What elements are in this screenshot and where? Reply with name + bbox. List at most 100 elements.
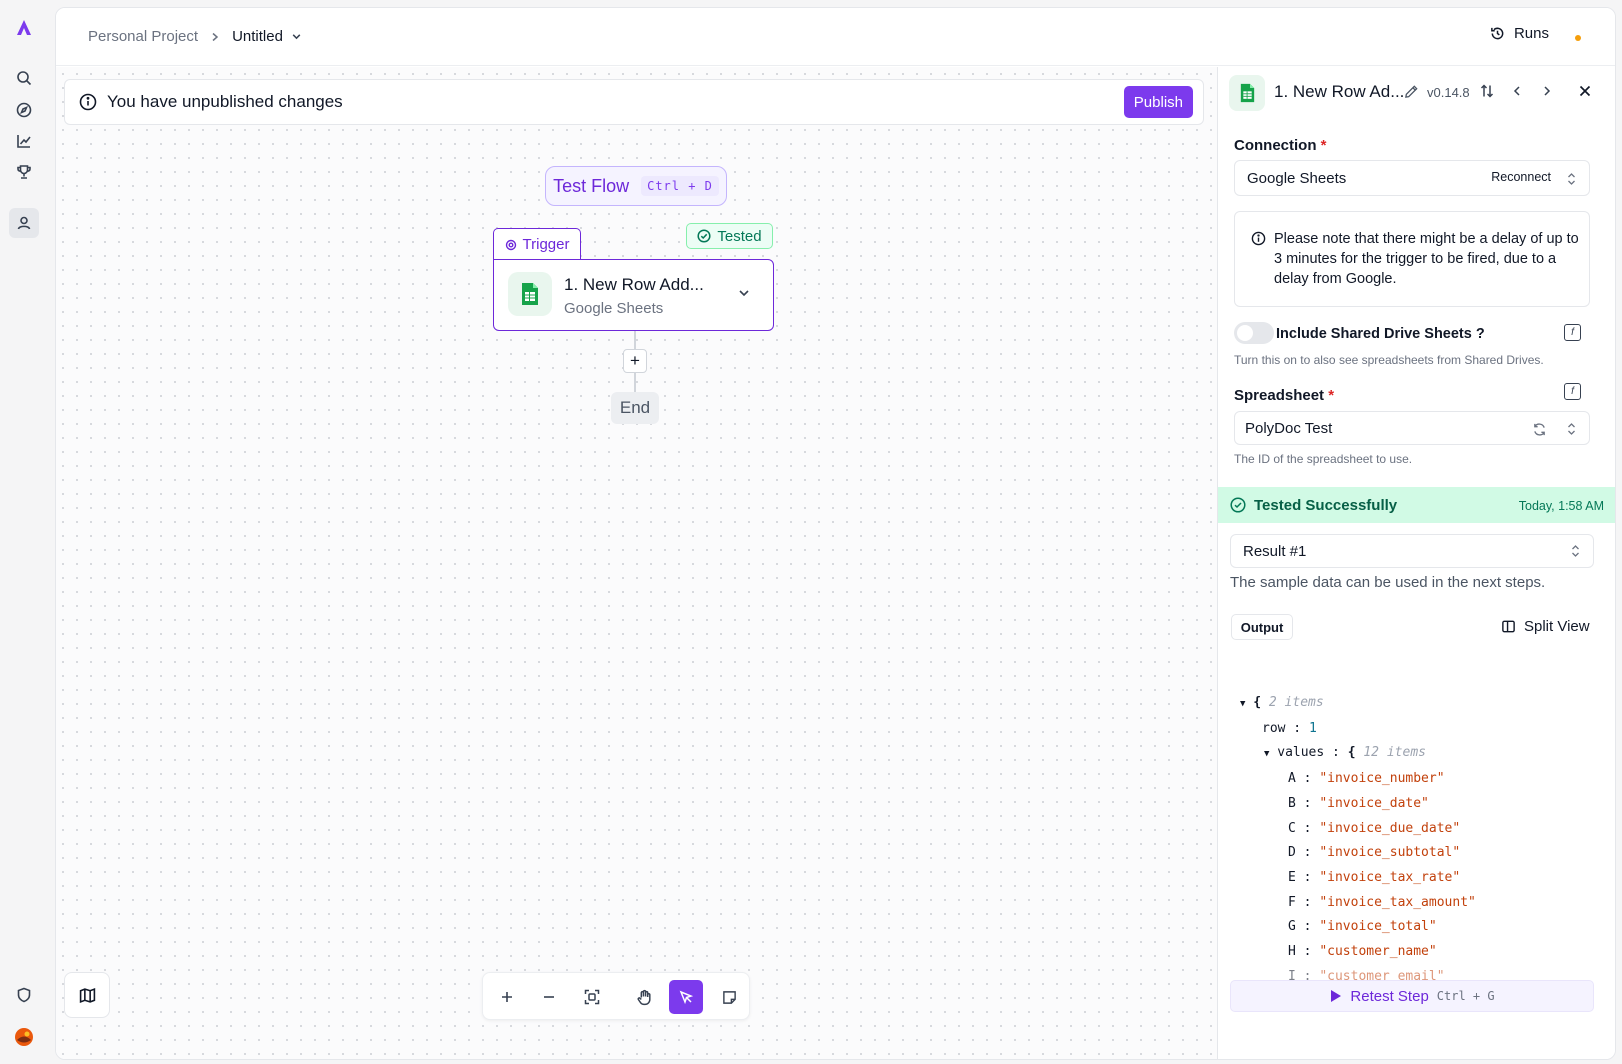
success-label: Tested Successfully (1254, 497, 1398, 514)
tested-label: Tested (717, 227, 762, 245)
json-key: C (1288, 820, 1296, 836)
json-root[interactable]: ▼ { 2 items (1240, 691, 1600, 717)
tested-badge: Tested (686, 223, 773, 249)
dynamic-value-icon[interactable]: f (1564, 324, 1581, 341)
chevron-down-icon[interactable] (737, 286, 751, 300)
add-note-button[interactable] (712, 980, 746, 1014)
search-icon[interactable] (13, 67, 35, 89)
json-value-row: D : "invoice_subtotal" (1288, 845, 1461, 861)
json-value-row: E : "invoice_tax_rate" (1288, 869, 1461, 885)
chevron-down-icon (292, 34, 301, 40)
json-key: B (1288, 795, 1296, 811)
trigger-tab: Trigger (493, 228, 581, 260)
split-view-button[interactable]: Split View (1501, 618, 1590, 635)
reconnect-button[interactable]: Reconnect (1491, 170, 1551, 184)
shield-icon[interactable] (13, 984, 35, 1006)
caret-down-icon[interactable]: ▼ (1264, 749, 1269, 759)
result-value: Result #1 (1243, 542, 1307, 560)
avatar[interactable] (13, 1026, 35, 1048)
flow-name-dropdown[interactable]: Untitled (232, 28, 302, 45)
json-key: row (1262, 720, 1286, 736)
check-circle-icon (1230, 497, 1246, 513)
test-flow-button[interactable]: Test Flow Ctrl + D (545, 166, 727, 206)
zoom-in-button[interactable] (490, 980, 524, 1014)
unpublished-banner: You have unpublished changes Publish (64, 79, 1204, 125)
chevron-right-icon[interactable] (1540, 84, 1554, 98)
delay-note: Please note that there might be a delay … (1234, 211, 1590, 307)
note-icon (722, 990, 736, 1004)
runs-label: Runs (1513, 25, 1549, 42)
main-frame: Personal Project Untitled Runs You have … (55, 7, 1616, 1060)
json-values-list: A : "invoice_number" B : "invoice_date" C … (1240, 767, 1600, 989)
shared-drive-help: Turn this on to also see spreadsheets fr… (1234, 353, 1544, 367)
publish-button[interactable]: Publish (1123, 86, 1193, 118)
pointer-icon (679, 990, 694, 1005)
json-key: H (1288, 944, 1296, 960)
json-value: "invoice_date" (1319, 795, 1429, 811)
breadcrumb-project[interactable]: Personal Project (88, 28, 198, 45)
json-value: "invoice_tax_amount" (1319, 894, 1476, 910)
spreadsheet-select[interactable]: PolyDoc Test (1234, 411, 1590, 445)
user-icon[interactable] (9, 208, 39, 238)
shared-drive-label: Include Shared Drive Sheets ? (1276, 326, 1485, 342)
spreadsheet-label: Spreadsheet * (1234, 387, 1334, 404)
trophy-icon[interactable] (13, 161, 35, 183)
retest-step-button[interactable]: Retest Step Ctrl + G (1230, 980, 1594, 1012)
refresh-icon[interactable] (1532, 422, 1547, 437)
step-title: 1. New Row Add... (564, 275, 704, 294)
close-icon[interactable] (1577, 83, 1593, 99)
json-value-row: C : "invoice_due_date" (1288, 820, 1461, 836)
json-output-viewer: ▼ { 2 items row : 1 ▼ values : { 12 item… (1240, 691, 1600, 989)
select-tool-button[interactable] (669, 980, 703, 1014)
json-value: 1 (1308, 720, 1317, 736)
chevron-up-down-icon (1568, 173, 1575, 185)
runs-button[interactable]: Runs (1490, 25, 1549, 42)
result-select[interactable]: Result #1 (1230, 534, 1594, 568)
json-values-entry[interactable]: ▼ values : { 12 items (1240, 741, 1600, 767)
panel-title: 1. New Row Ad... (1274, 82, 1405, 101)
json-value: "invoice_number" (1319, 771, 1445, 787)
flow-canvas[interactable]: You have unpublished changes Publish Tes… (56, 67, 1217, 1059)
sample-data-text: The sample data can be used in the next … (1230, 574, 1546, 591)
values-meta: 12 items (1363, 745, 1426, 761)
minimap-button[interactable] (64, 972, 110, 1018)
compass-icon[interactable] (13, 99, 35, 121)
test-flow-label: Test Flow (553, 175, 630, 196)
output-tab[interactable]: Output (1231, 614, 1293, 640)
shared-drive-toggle[interactable] (1234, 322, 1274, 344)
caret-down-icon[interactable]: ▼ (1240, 699, 1245, 709)
dynamic-value-icon[interactable]: f (1564, 383, 1581, 400)
trigger-step-card[interactable]: 1. New Row Add... Google Sheets (493, 259, 774, 331)
analytics-icon[interactable] (13, 130, 35, 152)
step-settings-panel: 1. New Row Ad... v0.14.8 Connection * Go… (1217, 67, 1615, 1059)
json-value: "invoice_total" (1319, 919, 1437, 935)
spreadsheet-value: PolyDoc Test (1245, 419, 1333, 437)
app-logo-icon[interactable] (13, 17, 35, 39)
json-key: G (1288, 919, 1296, 935)
root-meta: 2 items (1268, 695, 1324, 710)
hand-tool-button[interactable] (627, 980, 661, 1014)
canvas-toolbar (482, 972, 750, 1020)
json-value: "invoice_tax_rate" (1319, 869, 1461, 885)
trigger-icon (505, 239, 516, 250)
version-label: v0.14.8 (1427, 85, 1470, 100)
connection-select[interactable]: Google Sheets Reconnect (1234, 160, 1590, 196)
add-step-button[interactable]: + (623, 349, 647, 373)
retest-label: Retest Step (1350, 987, 1429, 1005)
spreadsheet-help: The ID of the spreadsheet to use. (1234, 452, 1413, 466)
connector-line (634, 373, 636, 392)
required-mark: * (1328, 387, 1335, 404)
chevron-right-icon (212, 32, 219, 41)
split-view-label: Split View (1524, 618, 1590, 635)
trigger-label: Trigger (522, 236, 570, 253)
json-value-row: B : "invoice_date" (1288, 795, 1429, 811)
pencil-icon[interactable] (1404, 84, 1419, 99)
fit-view-icon (584, 989, 600, 1005)
zoom-out-button[interactable] (532, 980, 566, 1014)
fit-view-button[interactable] (575, 980, 609, 1014)
map-icon (79, 987, 95, 1003)
json-value-row: F : "invoice_tax_amount" (1288, 894, 1476, 910)
chevron-left-icon[interactable] (1510, 84, 1524, 98)
json-value-row: A : "invoice_number" (1288, 771, 1445, 787)
swap-icon[interactable] (1479, 83, 1495, 99)
